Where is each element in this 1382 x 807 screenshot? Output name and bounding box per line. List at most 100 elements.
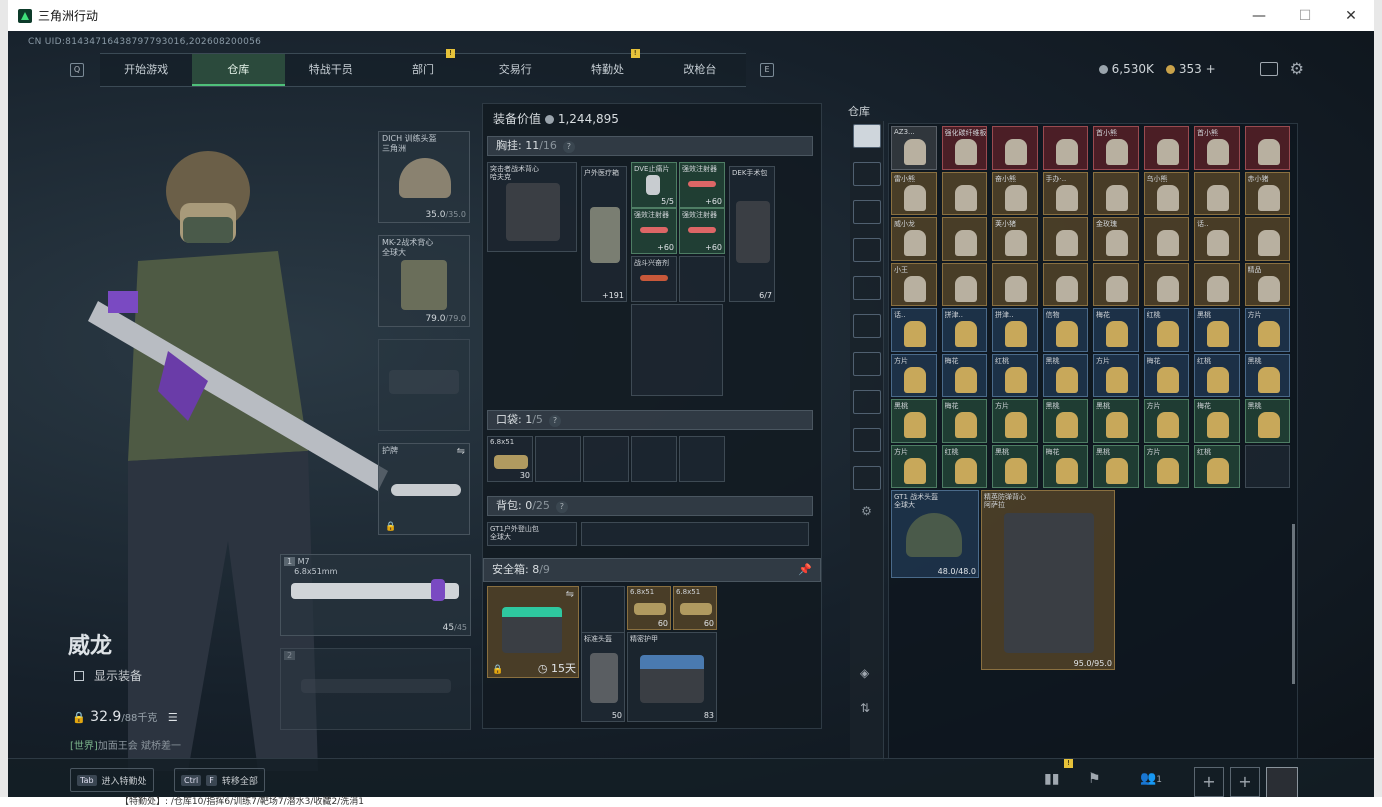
storage-page-icon[interactable] xyxy=(852,466,881,490)
storage-item[interactable]: 红桃 xyxy=(1194,444,1240,488)
pocket-slot[interactable] xyxy=(631,436,677,482)
storage-page-icon[interactable] xyxy=(852,162,881,186)
storage-item[interactable]: 方片 xyxy=(1244,308,1290,352)
storage-helmet-item[interactable]: GT1 战术头盔 全球大 48.0/48.0 xyxy=(891,490,979,578)
safe-armor-item[interactable]: 精密护甲 83 xyxy=(627,632,717,722)
backpack-grid[interactable] xyxy=(581,522,809,546)
swap-icon[interactable]: ⇋ xyxy=(566,589,574,600)
pocket-slot[interactable] xyxy=(535,436,581,482)
enter-special-ops-button[interactable]: Tab 进入特勤处 xyxy=(70,768,154,792)
maximize-button[interactable]: ☐ xyxy=(1282,0,1328,31)
storage-item[interactable]: 黑桃 xyxy=(1244,399,1290,443)
player-avatar[interactable] xyxy=(1266,767,1298,799)
storage-item[interactable]: 威小龙 xyxy=(891,217,937,261)
storage-item[interactable]: 金玫瑰 xyxy=(1093,217,1139,261)
storage-item[interactable]: 红桃 xyxy=(992,353,1038,397)
storage-item[interactable]: 小王 xyxy=(891,262,937,306)
injector-item[interactable]: 强效注射器 +60 xyxy=(679,162,725,208)
minimize-button[interactable]: — xyxy=(1236,0,1282,31)
storage-item[interactable]: 方片 xyxy=(891,353,937,397)
storage-page-icon[interactable] xyxy=(852,314,881,338)
storage-item[interactable] xyxy=(1143,262,1189,306)
storage-item[interactable] xyxy=(1143,126,1189,170)
sort-icon[interactable]: ⇅ xyxy=(860,701,870,715)
show-gear-toggle[interactable]: 显示装备 xyxy=(74,667,142,684)
storage-item[interactable]: 黑桃 xyxy=(1244,353,1290,397)
invite-slot-button[interactable]: + xyxy=(1230,767,1260,797)
list-icon[interactable]: ☰ xyxy=(168,711,178,724)
tab-operators[interactable]: 特战干员 xyxy=(285,54,377,86)
injector-item[interactable]: 强效注射器 +60 xyxy=(679,208,725,254)
storage-item[interactable]: 拼津.. xyxy=(941,308,987,352)
storage-item[interactable] xyxy=(1093,171,1139,215)
surgery-kit-item[interactable]: DEK手术包 6/7 xyxy=(729,166,775,302)
melee-slot[interactable]: 护牌 ⇋ 🔒 xyxy=(378,443,470,535)
invite-slot-button[interactable]: + xyxy=(1194,767,1224,797)
tab-warehouse[interactable]: 仓库 xyxy=(192,54,285,86)
armor-slot[interactable]: MK-2战术背心 全球大 79.0/79.0 xyxy=(378,235,470,327)
storage-item[interactable] xyxy=(1143,217,1189,261)
helmet-slot[interactable]: DICH 训练头盔 三角洲 35.0/35.0 xyxy=(378,131,470,223)
storage-item[interactable]: 黑桃 xyxy=(1093,444,1139,488)
safe-helmet-item[interactable]: 标准头盔 50 xyxy=(581,632,625,722)
storage-item[interactable]: 赤小猪 xyxy=(1244,171,1290,215)
safe-ammo-item[interactable]: 6.8x51 60 xyxy=(627,586,671,630)
storage-item[interactable]: 梅花 xyxy=(1093,308,1139,352)
storage-item[interactable] xyxy=(1244,444,1290,488)
storage-scrollbar[interactable] xyxy=(1292,524,1295,684)
storage-item[interactable]: 梅花 xyxy=(1194,399,1240,443)
chest-empty-slot[interactable] xyxy=(631,304,723,396)
storage-item[interactable]: 话.. xyxy=(891,308,937,352)
safe-box-item[interactable]: ⇋ 🔒 ◷ 15天 xyxy=(487,586,579,678)
layers-icon[interactable]: ◈ xyxy=(860,666,869,680)
storage-item[interactable]: 红桃 xyxy=(941,444,987,488)
safe-ammo-item[interactable]: 6.8x51 60 xyxy=(673,586,717,630)
storage-item[interactable]: 手办·.. xyxy=(1042,171,1088,215)
pocket-slot[interactable] xyxy=(679,436,725,482)
tab-department[interactable]: 部门! xyxy=(377,49,469,86)
pocket-slot[interactable] xyxy=(583,436,629,482)
warehouse-icon[interactable] xyxy=(852,124,881,148)
storage-item[interactable] xyxy=(941,171,987,215)
storage-item[interactable] xyxy=(992,126,1038,170)
pistol-slot[interactable] xyxy=(378,339,470,431)
storage-item[interactable]: 方片 xyxy=(891,444,937,488)
storage-item[interactable] xyxy=(1244,126,1290,170)
storage-item[interactable] xyxy=(1194,171,1240,215)
storage-armor-item[interactable]: 精英防弹背心 阿萨拉 95.0/95.0 xyxy=(981,490,1115,670)
storage-page-icon[interactable] xyxy=(852,276,881,300)
storage-item[interactable]: 精品 xyxy=(1244,262,1290,306)
swap-icon[interactable]: ⇋ xyxy=(457,446,465,457)
storage-item[interactable] xyxy=(941,217,987,261)
storage-item[interactable] xyxy=(1244,217,1290,261)
medkit-item[interactable]: 户外医疗箱 +191 xyxy=(581,166,627,302)
friends-icon[interactable]: 👥1 xyxy=(1140,771,1162,786)
storage-item[interactable]: 信物 xyxy=(1042,308,1088,352)
storage-item[interactable]: 首小熊 xyxy=(1194,126,1240,170)
chest-rig-item[interactable]: 突击者战术背心 哈夫克 xyxy=(487,162,577,252)
mail-icon[interactable] xyxy=(1259,61,1278,76)
pocket-ammo-item[interactable]: 6.8x51 30 xyxy=(487,436,533,482)
gear-icon[interactable]: ⚙ xyxy=(850,504,883,518)
tab-market[interactable]: 交易行 xyxy=(469,54,561,86)
storage-item[interactable]: 黑桃 xyxy=(1042,353,1088,397)
storage-item[interactable] xyxy=(992,262,1038,306)
storage-page-icon[interactable] xyxy=(852,428,881,452)
storage-item[interactable]: 黑桃 xyxy=(1194,308,1240,352)
storage-item[interactable]: 方片 xyxy=(992,399,1038,443)
storage-item[interactable]: 方片 xyxy=(1093,353,1139,397)
tab-start-game[interactable]: 开始游戏 xyxy=(100,54,192,86)
injector-item[interactable]: 强效注射器 +60 xyxy=(631,208,677,254)
storage-item[interactable]: 梅花 xyxy=(1143,353,1189,397)
storage-item[interactable]: 黑桃 xyxy=(1042,399,1088,443)
secondary-weapon-slot[interactable]: 2 xyxy=(280,648,471,730)
storage-item[interactable]: 荚小猪 xyxy=(992,217,1038,261)
storage-page-icon[interactable] xyxy=(852,390,881,414)
storage-item[interactable]: 强化碳纤维板 xyxy=(941,126,987,170)
storage-item[interactable]: 奋小熊 xyxy=(992,171,1038,215)
gear-icon[interactable]: ⚙ xyxy=(1290,59,1304,78)
storage-item[interactable]: 黑桃 xyxy=(992,444,1038,488)
storage-item[interactable]: 红桃 xyxy=(1143,308,1189,352)
painkiller-item[interactable]: DVE止痛片 5/5 xyxy=(631,162,677,208)
storage-item[interactable]: 梅花 xyxy=(941,399,987,443)
